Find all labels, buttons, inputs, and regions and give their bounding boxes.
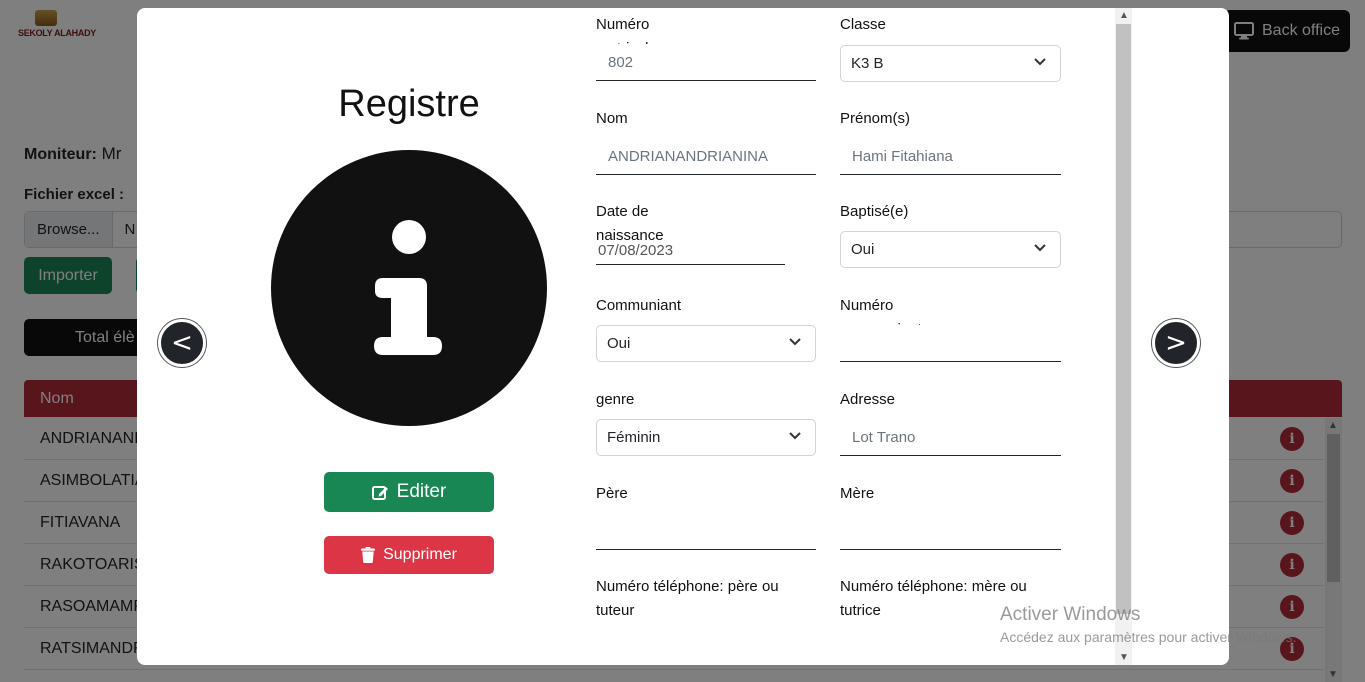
student-registry-modal: < > Registre Editer Supprimer Numéro mat… [137, 8, 1229, 665]
modal-title: Registre [338, 83, 480, 125]
adresse-label: Adresse [840, 391, 896, 408]
previous-button[interactable]: < [158, 319, 206, 367]
communiant-value: Oui [607, 335, 631, 352]
chevron-down-icon [1034, 244, 1046, 252]
genre-label: genre [596, 391, 635, 408]
prenom-label: Prénom(s) [840, 110, 911, 127]
chevron-down-icon [1034, 58, 1046, 66]
watermark-title: Activer Windows [1000, 604, 1141, 625]
classe-label: Classe [840, 16, 886, 33]
baptise-value: Oui [851, 241, 875, 258]
delete-label: Supprimer [383, 546, 457, 563]
watermark-subtitle: Accédez aux paramètres pour activer Wind… [1000, 629, 1297, 645]
nom-label: Nom [596, 110, 628, 127]
chevron-down-icon [789, 338, 801, 346]
scroll-down-icon[interactable]: ▼ [1119, 652, 1129, 663]
matricule-input[interactable]: 802 [596, 44, 816, 81]
scroll-up-icon[interactable]: ▲ [1119, 10, 1129, 21]
nom-input[interactable]: ANDRIANANDRIANINA [596, 138, 816, 175]
chevron-down-icon [789, 432, 801, 440]
tel-pere-label: Numéro téléphone: père ou tuteur [596, 578, 779, 619]
genre-value: Féminin [607, 429, 661, 446]
trash-icon [361, 547, 376, 563]
num-communiant-input[interactable] [840, 325, 1061, 362]
windows-activation-watermark: Activer Windows Accédez aux paramètres p… [1000, 604, 1296, 645]
baptise-select[interactable]: Oui [840, 231, 1061, 268]
mere-input[interactable] [840, 513, 1061, 550]
communiant-select[interactable]: Oui [596, 325, 816, 362]
prenom-input[interactable]: Hami Fitahiana [840, 138, 1061, 175]
communiant-label: Communiant [596, 297, 682, 314]
scrollbar-thumb[interactable] [1116, 24, 1131, 614]
pere-input[interactable] [596, 513, 816, 550]
modal-scrollbar[interactable]: ▲ ▼ [1115, 8, 1132, 665]
info-circle-icon [271, 150, 547, 426]
edit-button[interactable]: Editer [324, 472, 494, 512]
naissance-input[interactable]: 07/08/2023 [596, 237, 785, 265]
classe-value: K3 B [851, 55, 884, 72]
baptise-label: Baptisé(e) [840, 203, 909, 220]
edit-icon [371, 485, 388, 500]
edit-label: Editer [396, 481, 447, 502]
classe-select[interactable]: K3 B [840, 45, 1061, 82]
genre-select[interactable]: Féminin [596, 419, 816, 456]
next-button[interactable]: > [1152, 319, 1200, 367]
adresse-input[interactable]: Lot Trano [840, 419, 1061, 456]
delete-button[interactable]: Supprimer [324, 536, 494, 574]
